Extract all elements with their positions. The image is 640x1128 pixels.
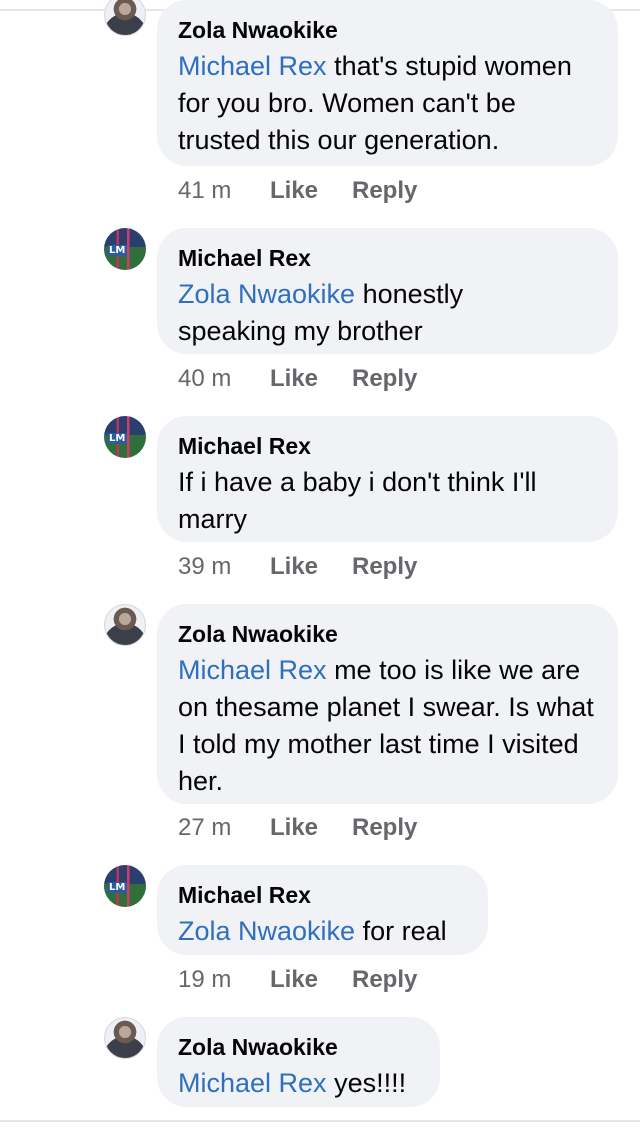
avatar-zola-nwaokike[interactable] [104, 604, 146, 646]
mention-link[interactable]: Zola Nwaokike [178, 279, 355, 309]
reply-button[interactable]: Reply [352, 364, 417, 394]
like-button[interactable]: Like [270, 813, 318, 843]
like-button[interactable]: Like [270, 364, 318, 394]
avatar-michael-rex[interactable]: LM [104, 416, 146, 458]
reply-button[interactable]: Reply [352, 813, 417, 843]
comment-author[interactable]: Michael Rex [178, 242, 597, 276]
comment-bubble: Michael Rex If i have a baby i don't thi… [157, 416, 618, 542]
comment-timestamp[interactable]: 19 m [178, 965, 231, 995]
avatar-zola-nwaokike[interactable] [104, 0, 146, 36]
reply-button[interactable]: Reply [352, 176, 417, 206]
mention-link[interactable]: Zola Nwaokike [178, 916, 355, 946]
comment-text: Zola Nwaokike honestly speaking my broth… [178, 279, 464, 346]
avatar-tag: LM [107, 433, 128, 444]
avatar-tag: LM [107, 245, 128, 256]
mention-link[interactable]: Michael Rex [178, 655, 327, 685]
like-button[interactable]: Like [270, 965, 318, 995]
reply-button[interactable]: Reply [352, 552, 417, 582]
comment-author[interactable]: Zola Nwaokike [178, 14, 597, 48]
avatar-zola-nwaokike[interactable] [104, 1017, 146, 1059]
like-button[interactable]: Like [270, 176, 318, 206]
comment-bubble: Zola Nwaokike Michael Rex me too is like… [157, 604, 618, 804]
comment-bubble: Zola Nwaokike Michael Rex that's stupid … [157, 0, 618, 166]
avatar-michael-rex[interactable]: LM [104, 228, 146, 270]
bottom-divider [0, 1120, 640, 1122]
reply-button[interactable]: Reply [352, 965, 417, 995]
comment-bubble: Michael Rex Zola Nwaokike honestly speak… [157, 228, 618, 354]
comment-author[interactable]: Michael Rex [178, 430, 597, 464]
comment-bubble: Zola Nwaokike Michael Rex yes!!!! [157, 1017, 440, 1107]
mention-link[interactable]: Michael Rex [178, 51, 327, 81]
comment-timestamp[interactable]: 41 m [178, 176, 231, 206]
comment-bubble: Michael Rex Zola Nwaokike for real [157, 865, 488, 955]
comment-timestamp[interactable]: 27 m [178, 813, 231, 843]
comment-timestamp[interactable]: 39 m [178, 552, 231, 582]
like-button[interactable]: Like [270, 552, 318, 582]
avatar-michael-rex[interactable]: LM [104, 865, 146, 907]
comment-text: Zola Nwaokike for real [178, 916, 447, 946]
mention-link[interactable]: Michael Rex [178, 1068, 327, 1098]
avatar-tag: LM [107, 882, 128, 893]
comment-text: Michael Rex yes!!!! [178, 1068, 407, 1098]
comment-author[interactable]: Zola Nwaokike [178, 1031, 419, 1065]
comment-timestamp[interactable]: 40 m [178, 364, 231, 394]
comment-text: Michael Rex that's stupid women for you … [178, 51, 572, 155]
comment-author[interactable]: Michael Rex [178, 879, 467, 913]
comment-text: If i have a baby i don't think I'll marr… [178, 467, 537, 534]
comment-text: Michael Rex me too is like we are on the… [178, 655, 594, 796]
comment-author[interactable]: Zola Nwaokike [178, 618, 597, 652]
